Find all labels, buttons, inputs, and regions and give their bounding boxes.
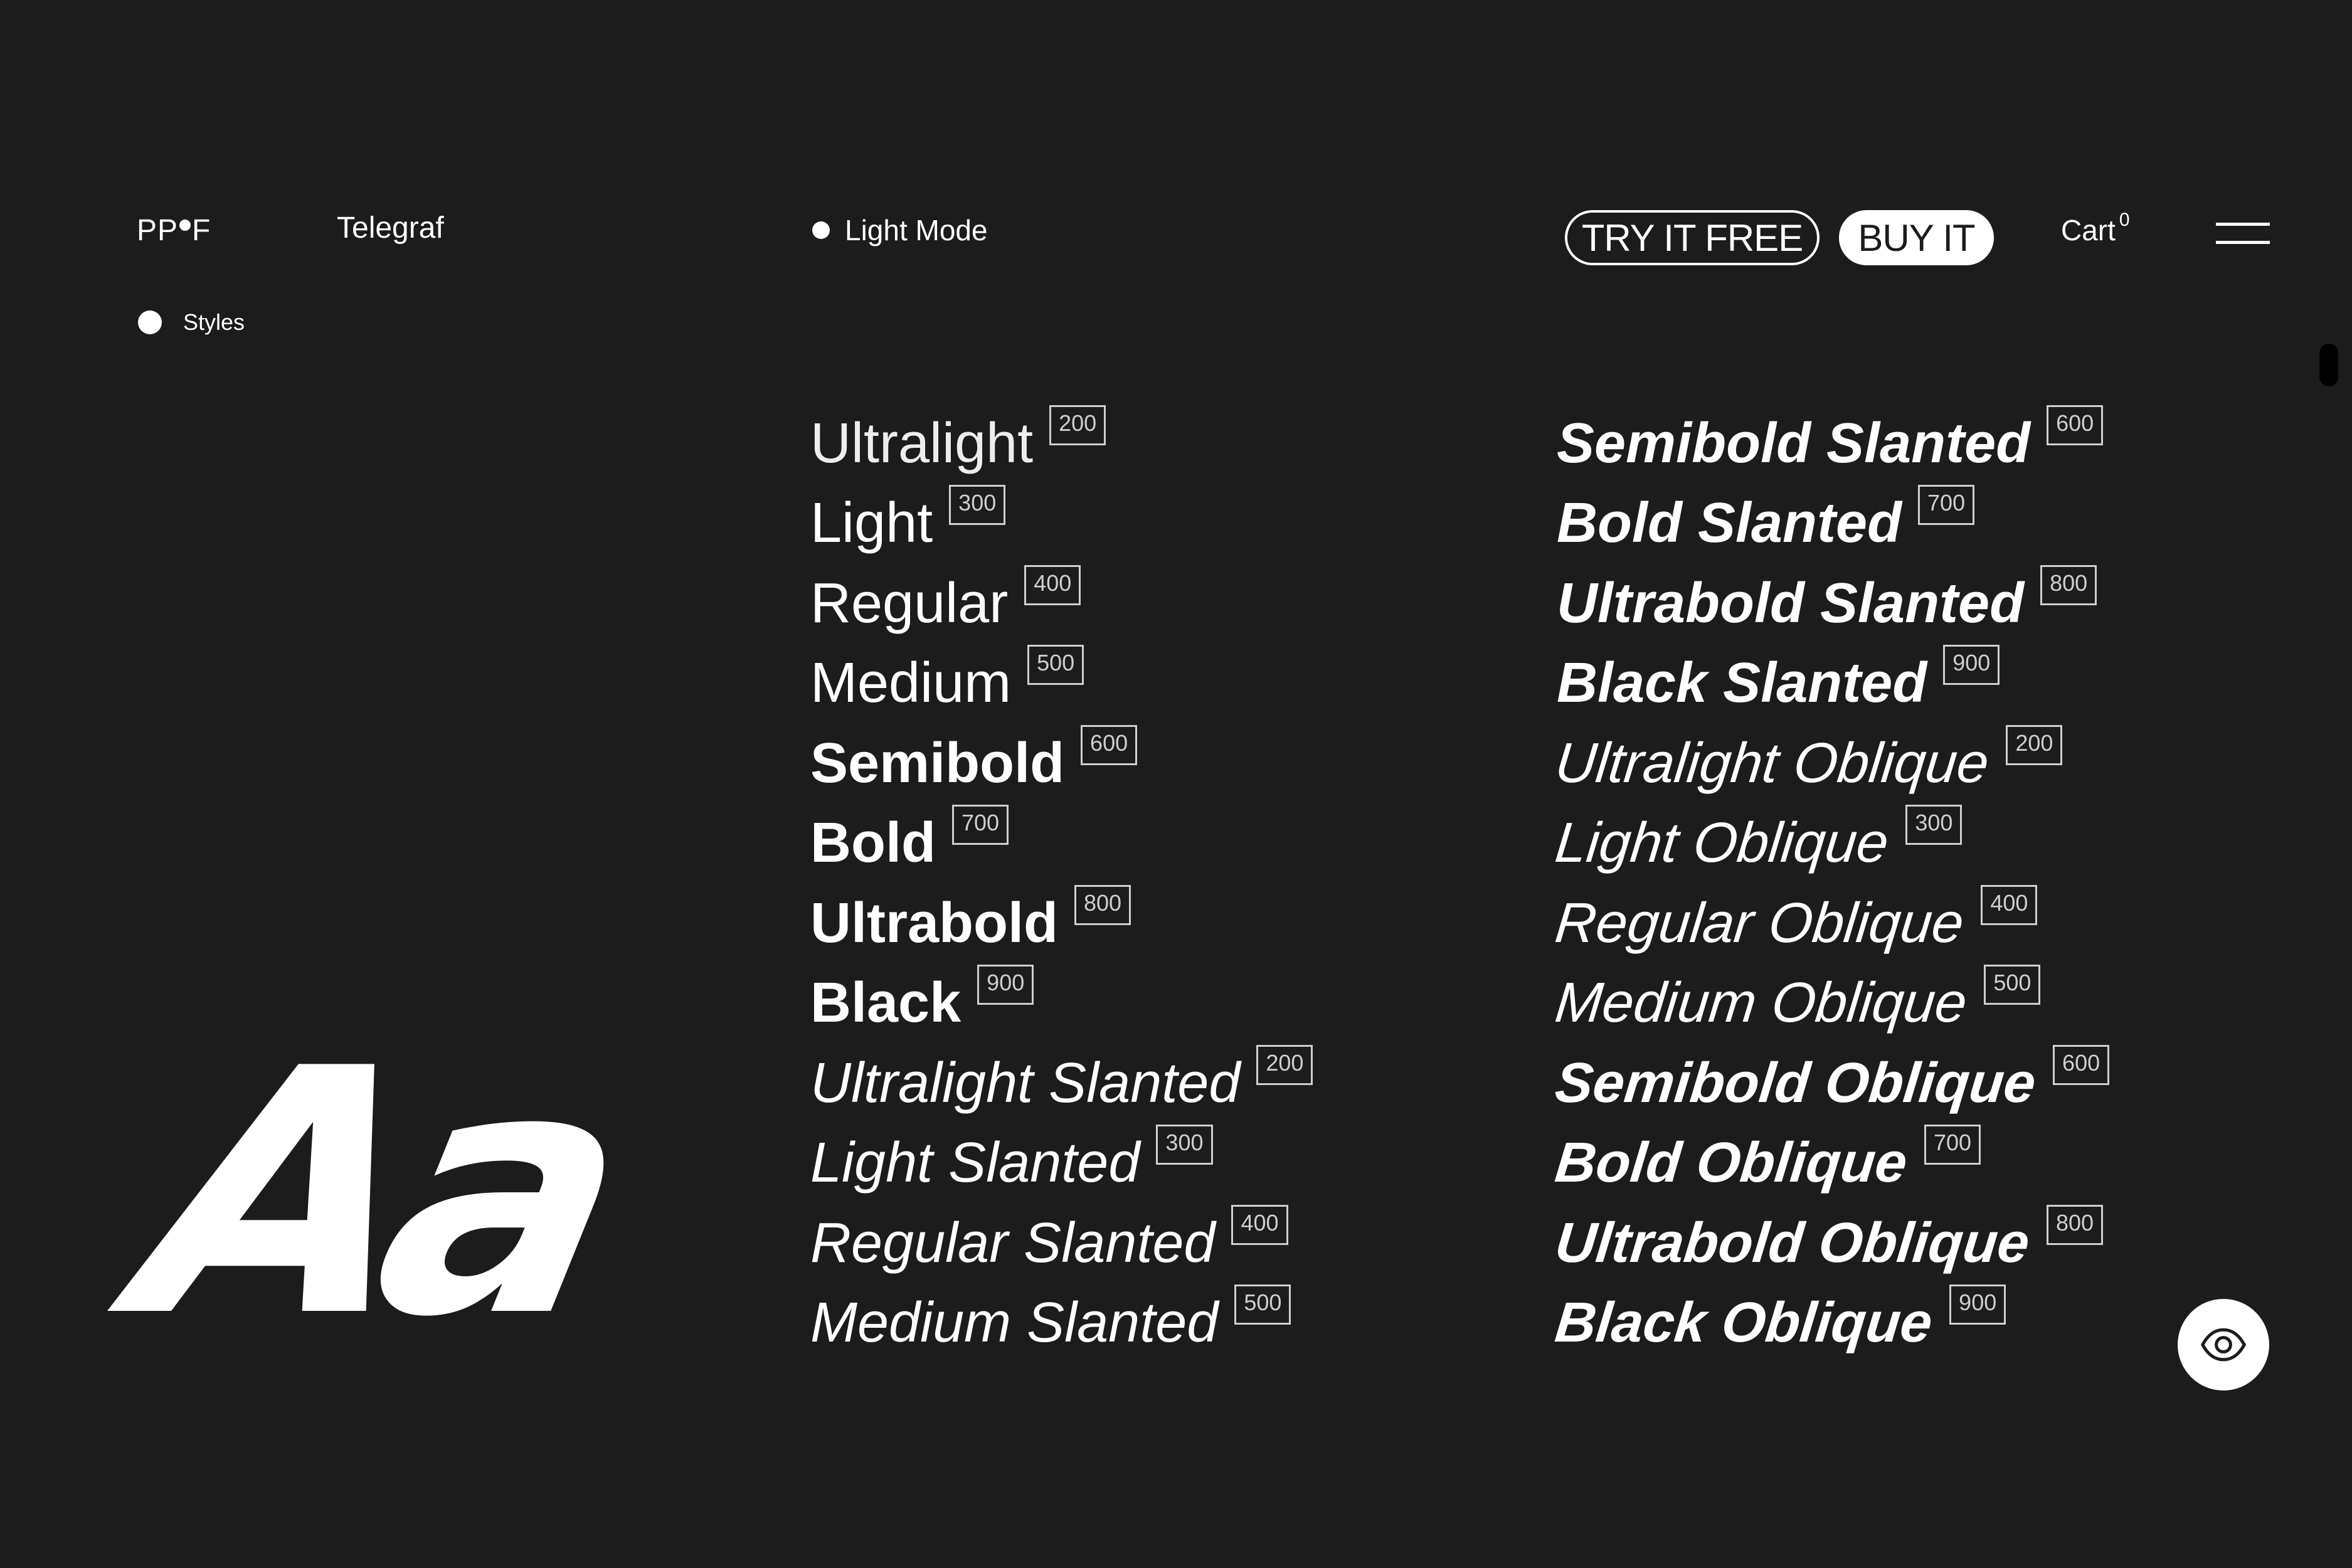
logo-dot: [179, 220, 191, 231]
weight-tag: 800: [2040, 565, 2097, 605]
weight-tag: 200: [2006, 725, 2063, 765]
style-row-ultralight[interactable]: Ultralight 200: [810, 394, 1106, 474]
weight-tag: 300: [1156, 1125, 1213, 1165]
style-name: Semibold Slanted: [1557, 412, 2031, 475]
style-row-semibold-oblique[interactable]: Semibold Oblique 600: [1552, 1034, 2110, 1115]
style-row-bold-slanted[interactable]: Bold Slanted 700: [1557, 474, 1975, 554]
style-row-ultrabold[interactable]: Ultrabold 800: [810, 874, 1131, 954]
buy-it-button[interactable]: BUY IT: [1839, 210, 1994, 265]
mode-dot-icon: [812, 221, 830, 239]
style-name: Black Oblique: [1552, 1291, 1936, 1354]
style-name: Regular: [810, 572, 1009, 635]
cart-label: Cart: [2061, 214, 2116, 246]
style-name: Medium Slanted: [810, 1291, 1219, 1354]
try-it-free-button[interactable]: TRY IT FREE: [1565, 210, 1820, 265]
style-row-black[interactable]: Black 900: [810, 953, 1034, 1034]
weight-tag: 400: [1231, 1205, 1288, 1245]
weight-tag: 400: [1981, 885, 2038, 925]
weight-tag: 700: [1924, 1125, 1981, 1165]
style-row-regular[interactable]: Regular 400: [810, 554, 1081, 634]
light-mode-toggle[interactable]: Light Mode: [812, 213, 988, 247]
weight-tag: 300: [1905, 805, 1963, 845]
style-name: Light Oblique: [1552, 812, 1892, 874]
style-name: Regular Oblique: [1552, 892, 1967, 955]
style-row-ultrabold-oblique[interactable]: Ultrabold Oblique 800: [1552, 1194, 2104, 1274]
style-row-light[interactable]: Light 300: [810, 474, 1006, 554]
glyph-specimen-text: Aa: [88, 1060, 686, 1323]
style-row-medium[interactable]: Medium 500: [810, 633, 1084, 714]
style-row-black-slanted[interactable]: Black Slanted 900: [1557, 633, 2000, 714]
style-row-semibold[interactable]: Semibold 600: [810, 714, 1138, 795]
glyph-specimen: Aa: [88, 1060, 686, 1323]
weight-tag: 900: [977, 965, 1034, 1005]
style-row-medium-oblique[interactable]: Medium Oblique 500: [1552, 953, 2041, 1034]
logo-right: F: [192, 214, 211, 247]
menu-icon[interactable]: [2216, 221, 2270, 246]
logo[interactable]: PP F: [137, 213, 211, 248]
weight-tag: 300: [949, 485, 1006, 525]
weight-tag: 400: [1024, 565, 1081, 605]
style-name: Black: [810, 972, 961, 1034]
cart-link[interactable]: Cart 0: [2061, 209, 2130, 247]
style-name: Semibold Oblique: [1552, 1052, 2039, 1115]
style-name: Ultrabold: [810, 892, 1058, 955]
style-row-bold-oblique[interactable]: Bold Oblique 700: [1552, 1113, 1981, 1194]
weight-tag: 800: [1074, 885, 1131, 925]
styles-toggle[interactable]: Styles: [138, 309, 245, 336]
style-name: Ultrabold Oblique: [1552, 1212, 2033, 1274]
style-name: Ultrabold Slanted: [1557, 572, 2025, 635]
style-row-bold[interactable]: Bold 700: [810, 793, 1009, 874]
style-name: Semibold: [810, 732, 1065, 795]
style-name: Ultralight: [810, 412, 1034, 475]
weight-tag: 600: [2047, 405, 2104, 445]
light-mode-label: Light Mode: [845, 214, 988, 246]
style-row-medium-slanted[interactable]: Medium Slanted 500: [810, 1273, 1291, 1353]
style-row-semibold-slanted[interactable]: Semibold Slanted 600: [1557, 394, 2104, 475]
style-row-ultrabold-slanted[interactable]: Ultrabold Slanted 800: [1557, 554, 2097, 634]
style-row-light-oblique[interactable]: Light Oblique 300: [1552, 793, 1963, 874]
style-name: Black Slanted: [1557, 652, 1927, 714]
style-name: Regular Slanted: [810, 1212, 1216, 1274]
typeface-name[interactable]: Telegraf: [337, 211, 444, 245]
weight-tag: 200: [1049, 405, 1106, 445]
scrollbar-thumb[interactable]: [2319, 344, 2338, 386]
weight-tag: 900: [1943, 645, 2000, 685]
style-row-ultralight-slanted[interactable]: Ultralight Slanted 200: [810, 1034, 1313, 1114]
weight-tag: 600: [2053, 1045, 2110, 1085]
styles-label: Styles: [183, 309, 245, 335]
style-row-black-oblique[interactable]: Black Oblique 900: [1552, 1273, 2006, 1354]
weight-tag: 800: [2046, 1205, 2104, 1245]
weight-tag: 600: [1081, 725, 1138, 765]
weight-tag: 500: [1234, 1285, 1291, 1325]
style-name: Medium Oblique: [1552, 972, 1970, 1034]
style-name: Ultralight Oblique: [1552, 732, 1992, 795]
style-name: Medium: [810, 652, 1012, 714]
styles-dot-icon: [138, 310, 162, 334]
style-name: Light: [810, 492, 933, 554]
weight-tag: 900: [1949, 1285, 2006, 1325]
eye-icon: [2201, 1328, 2246, 1362]
style-row-regular-slanted[interactable]: Regular Slanted 400: [810, 1194, 1288, 1274]
style-row-ultralight-oblique[interactable]: Ultralight Oblique 200: [1552, 714, 2063, 795]
weight-tag: 700: [1918, 485, 1975, 525]
cart-count: 0: [2119, 209, 2130, 230]
style-name: Bold: [810, 812, 936, 874]
style-row-light-slanted[interactable]: Light Slanted 300: [810, 1113, 1213, 1194]
weight-tag: 700: [951, 805, 1009, 845]
preview-button[interactable]: [2178, 1299, 2269, 1391]
weight-tag: 200: [1256, 1045, 1313, 1085]
style-name: Bold Oblique: [1552, 1131, 1910, 1194]
style-row-regular-oblique[interactable]: Regular Oblique 400: [1552, 874, 2038, 955]
weight-tag: 500: [1984, 965, 2041, 1005]
style-name: Ultralight Slanted: [810, 1052, 1241, 1115]
style-name: Light Slanted: [810, 1131, 1140, 1194]
logo-left: PP: [137, 214, 179, 247]
weight-tag: 500: [1027, 645, 1084, 685]
style-name: Bold Slanted: [1557, 492, 1902, 554]
